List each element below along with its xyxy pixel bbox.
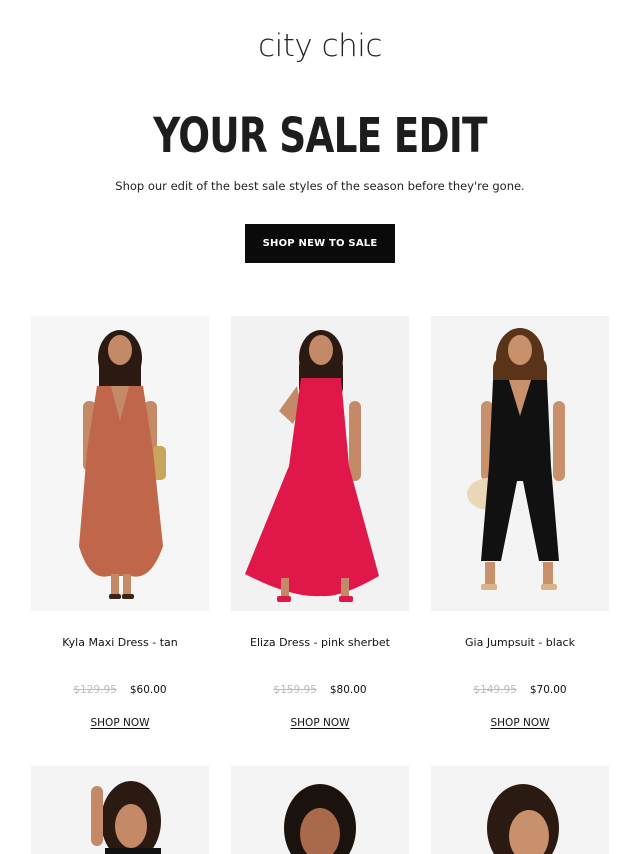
product-image[interactable] bbox=[31, 766, 209, 854]
product-image[interactable] bbox=[431, 316, 609, 611]
product-image[interactable] bbox=[431, 766, 609, 854]
product-card-gia: Gia Jumpsuit - black $149.95 $70.00 SHOP… bbox=[431, 316, 609, 729]
product-prices: $129.95 $60.00 bbox=[31, 684, 209, 696]
product-card-row2-3 bbox=[431, 766, 609, 854]
original-price: $129.95 bbox=[73, 684, 117, 696]
product-card-kyla: Kyla Maxi Dress - tan $129.95 $60.00 SHO… bbox=[31, 316, 209, 729]
sale-price: $80.00 bbox=[329, 684, 367, 696]
sale-price: $70.00 bbox=[529, 684, 567, 696]
shop-now-link[interactable]: SHOP NOW bbox=[31, 717, 209, 729]
shop-now-link[interactable]: SHOP NOW bbox=[231, 717, 409, 729]
hero-subtitle: Shop our edit of the best sale styles of… bbox=[115, 179, 525, 193]
email-page: city chic YOUR SALE EDIT Shop our edit o… bbox=[0, 0, 640, 854]
hero-title: YOUR SALE EDIT bbox=[153, 108, 487, 164]
product-card-row2-1 bbox=[31, 766, 209, 854]
product-card-eliza: Eliza Dress - pink sherbet $159.95 $80.0… bbox=[231, 316, 409, 729]
product-card-row2-2 bbox=[231, 766, 409, 854]
product-image[interactable] bbox=[231, 316, 409, 611]
product-prices: $149.95 $70.00 bbox=[431, 684, 609, 696]
original-price: $159.95 bbox=[273, 684, 317, 696]
product-name[interactable]: Eliza Dress - pink sherbet bbox=[221, 636, 419, 649]
product-prices: $159.95 $80.00 bbox=[231, 684, 409, 696]
brand-logo[interactable]: city chic bbox=[0, 28, 640, 64]
sale-price: $60.00 bbox=[129, 684, 167, 696]
shop-now-link[interactable]: SHOP NOW bbox=[431, 717, 609, 729]
product-image[interactable] bbox=[231, 766, 409, 854]
product-name[interactable]: Gia Jumpsuit - black bbox=[421, 636, 619, 649]
product-name[interactable]: Kyla Maxi Dress - tan bbox=[21, 636, 219, 649]
product-image[interactable] bbox=[31, 316, 209, 611]
original-price: $149.95 bbox=[473, 684, 517, 696]
shop-new-to-sale-button[interactable]: SHOP NEW TO SALE bbox=[245, 224, 395, 263]
